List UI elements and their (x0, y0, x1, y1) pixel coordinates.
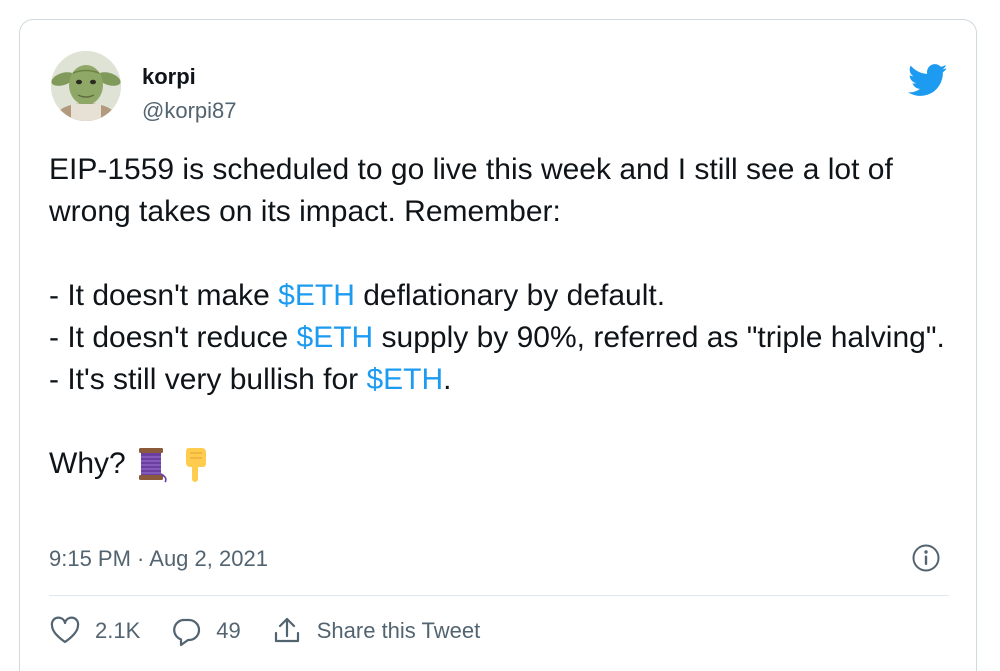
tweet-card: korpi @korpi87 EIP-1559 is scheduled to … (19, 19, 977, 671)
reply-count: 49 (216, 618, 241, 643)
avatar[interactable] (51, 51, 121, 121)
tweet-timestamp[interactable]: 9:15 PM · Aug 2, 2021 (49, 546, 268, 572)
pointing-down-icon (185, 448, 206, 482)
user-handle[interactable]: @korpi87 (142, 98, 237, 124)
cashtag-link[interactable]: $ETH (278, 279, 355, 312)
tweet-point-1: - It doesn't make $ETH deflationary by d… (49, 279, 666, 312)
tweet-why-line: Why? (49, 443, 954, 485)
share-tweet-button[interactable]: Share this Tweet (271, 615, 480, 647)
tweet-actions: 2.1K 49 Share this Tweet (49, 614, 510, 648)
tweet-point-3: - It's still very bullish for $ETH. (49, 363, 452, 396)
tweet-why: Why? (49, 447, 126, 480)
divider (49, 595, 949, 596)
info-icon[interactable] (910, 542, 942, 574)
yoda-avatar-image (51, 51, 121, 121)
tweet-point-2: - It doesn't reduce $ETH supply by 90%, … (49, 321, 945, 354)
share-label: Share this Tweet (316, 618, 481, 643)
reply-bubble-icon (173, 618, 201, 647)
like-button[interactable]: 2.1K (49, 615, 140, 647)
share-icon (274, 617, 299, 643)
cashtag-link[interactable]: $ETH (366, 363, 443, 396)
display-name[interactable]: korpi (142, 64, 196, 90)
reply-button[interactable]: 49 (170, 615, 241, 647)
twitter-bird-icon[interactable] (908, 64, 948, 97)
tweet-intro: EIP-1559 is scheduled to go live this we… (49, 153, 893, 228)
like-count: 2.1K (95, 618, 141, 643)
cashtag-link[interactable]: $ETH (297, 321, 374, 354)
heart-icon (50, 616, 80, 644)
tweet-text: EIP-1559 is scheduled to go live this we… (49, 149, 954, 485)
spool-of-thread-icon (138, 448, 167, 483)
